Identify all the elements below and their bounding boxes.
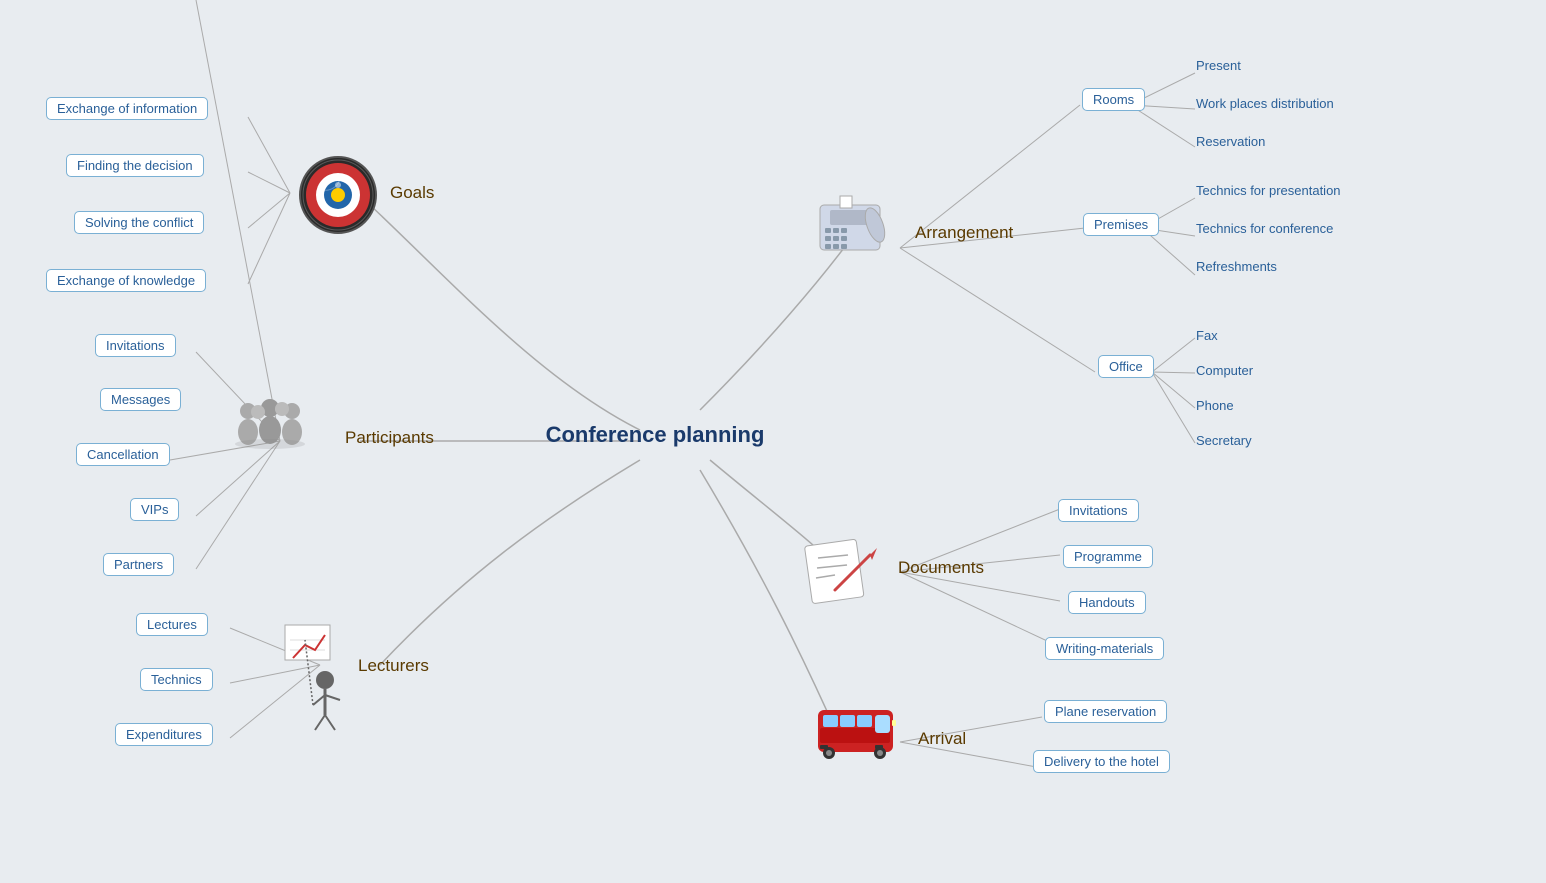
participants-item-5: Partners xyxy=(103,553,174,576)
goals-item-3: Solving the conflict xyxy=(74,211,204,234)
center-title: Conference planning xyxy=(545,422,765,448)
arrival-item-1: Plane reservation xyxy=(1044,700,1167,723)
premises-box: Premises xyxy=(1083,213,1159,236)
goals-item-4: Exchange of knowledge xyxy=(46,269,206,292)
rooms-item-3: Reservation xyxy=(1196,134,1265,149)
premises-item-2: Technics for conference xyxy=(1196,221,1333,236)
office-item-4: Secretary xyxy=(1196,433,1252,448)
documents-label: Documents xyxy=(898,558,984,578)
arrival-label: Arrival xyxy=(918,729,966,749)
documents-item-1: Invitations xyxy=(1058,499,1139,522)
rooms-item-2: Work places distribution xyxy=(1196,96,1334,111)
office-item-3: Phone xyxy=(1196,398,1234,413)
premises-item-3: Refreshments xyxy=(1196,259,1277,274)
rooms-item-1: Present xyxy=(1196,58,1241,73)
participants-item-1: Invitations xyxy=(95,334,176,357)
participants-item-2: Messages xyxy=(100,388,181,411)
lecturers-label: Lecturers xyxy=(358,656,429,676)
documents-item-3: Handouts xyxy=(1068,591,1146,614)
office-item-2: Computer xyxy=(1196,363,1253,378)
participants-item-4: VIPs xyxy=(130,498,179,521)
office-item-1: Fax xyxy=(1196,328,1218,343)
rooms-box: Rooms xyxy=(1082,88,1145,111)
office-box: Office xyxy=(1098,355,1154,378)
lecturers-item-1: Lectures xyxy=(136,613,208,636)
goals-item-1: Exchange of information xyxy=(46,97,208,120)
participants-item-3: Cancellation xyxy=(76,443,170,466)
goals-label: Goals xyxy=(390,183,434,203)
premises-item-1: Technics for presentation xyxy=(1196,183,1341,198)
arrival-item-2: Delivery to the hotel xyxy=(1033,750,1170,773)
lecturers-item-2: Technics xyxy=(140,668,213,691)
lecturers-item-3: Expenditures xyxy=(115,723,213,746)
documents-item-4: Writing-materials xyxy=(1045,637,1164,660)
participants-label: Participants xyxy=(345,428,434,448)
goals-item-2: Finding the decision xyxy=(66,154,204,177)
arrangement-label: Arrangement xyxy=(915,223,1013,243)
documents-item-2: Programme xyxy=(1063,545,1153,568)
